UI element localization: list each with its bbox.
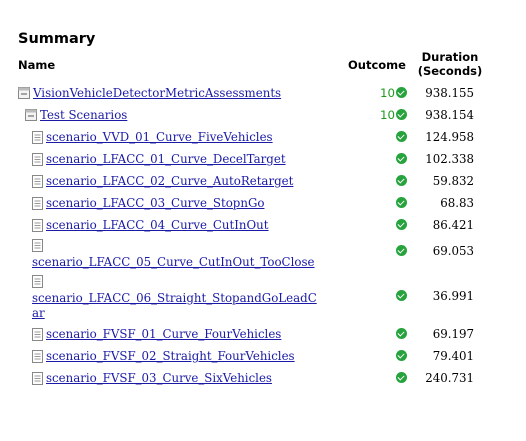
scenario-name-cell: scenario_LFACC_04_Curve_CutInOut — [32, 218, 269, 235]
pass-check-icon — [396, 219, 407, 230]
table-row: scenario_LFACC_06_Straight_StopandGoLead… — [0, 274, 526, 320]
table-row: VisionVehicleDetectorMetricAssessments 1… — [0, 86, 526, 106]
duration-cell: 938.154 — [425, 108, 474, 122]
document-icon — [32, 239, 43, 255]
scenario-link[interactable]: scenario_FVSF_01_Curve_FourVehicles — [46, 327, 281, 341]
table-row: scenario_LFACC_04_Curve_CutInOut 86.421 — [0, 218, 526, 238]
duration-cell: 86.421 — [432, 218, 474, 232]
duration-cell: 124.958 — [425, 130, 474, 144]
scenario-name-cell: scenario_LFACC_02_Curve_AutoRetarget — [32, 174, 293, 191]
outcome-cell — [375, 289, 407, 303]
scenario-name-cell: scenario_LFACC_06_Straight_StopandGoLead… — [32, 274, 322, 321]
document-icon — [32, 131, 43, 147]
table-row: Test Scenarios 10 938.154 — [0, 108, 526, 128]
pass-check-icon — [396, 328, 407, 339]
duration-cell: 69.053 — [432, 244, 474, 258]
document-icon — [32, 328, 43, 344]
outcome-cell — [375, 174, 407, 188]
outcome-cell: 10 — [375, 108, 407, 122]
document-icon — [32, 219, 43, 235]
duration-cell: 938.155 — [425, 86, 474, 100]
document-icon — [32, 153, 43, 169]
scenario-name-cell: scenario_VVD_01_Curve_FiveVehicles — [32, 130, 273, 147]
pass-check-icon — [396, 131, 407, 142]
pass-check-icon — [396, 290, 407, 301]
pass-check-icon — [396, 175, 407, 186]
table-row: scenario_LFACC_03_Curve_StopnGo 68.83 — [0, 196, 526, 216]
scenario-name-cell: scenario_FVSF_01_Curve_FourVehicles — [32, 327, 281, 344]
scenario-link[interactable]: scenario_LFACC_05_Curve_CutInOut_TooClos… — [32, 255, 322, 270]
scenario-name-cell: scenario_FVSF_03_Curve_SixVehicles — [32, 371, 272, 388]
document-icon — [32, 197, 43, 213]
document-icon — [32, 350, 43, 366]
scenario-name-cell: scenario_LFACC_05_Curve_CutInOut_TooClos… — [32, 238, 322, 270]
outcome-cell — [375, 244, 407, 258]
table-row: scenario_LFACC_05_Curve_CutInOut_TooClos… — [0, 238, 526, 270]
outcome-cell — [375, 218, 407, 232]
scenario-link[interactable]: scenario_LFACC_01_Curve_DecelTarget — [46, 152, 286, 166]
outcome-cell — [375, 152, 407, 166]
duration-cell: 69.197 — [432, 327, 474, 341]
table-row: scenario_FVSF_01_Curve_FourVehicles 69.1… — [0, 327, 526, 347]
duration-cell: 79.401 — [432, 349, 474, 363]
suite-link[interactable]: Test Scenarios — [40, 108, 127, 122]
pass-count: 10 — [379, 86, 395, 100]
scenario-link[interactable]: scenario_LFACC_02_Curve_AutoRetarget — [46, 174, 293, 188]
outcome-cell — [375, 130, 407, 144]
suite-name-cell: Test Scenarios — [25, 108, 127, 124]
outcome-cell — [375, 327, 407, 341]
suite-name-cell: VisionVehicleDetectorMetricAssessments — [18, 86, 281, 102]
pass-check-icon — [396, 197, 407, 208]
table-row: scenario_FVSF_02_Straight_FourVehicles 7… — [0, 349, 526, 369]
outcome-column-header: Outcome — [348, 58, 406, 72]
scenario-link[interactable]: scenario_LFACC_04_Curve_CutInOut — [46, 218, 269, 232]
pass-count: 10 — [379, 108, 395, 122]
pass-check-icon — [396, 350, 407, 361]
duration-header-line2: (Seconds) — [417, 64, 483, 78]
scenario-link[interactable]: scenario_FVSF_03_Curve_SixVehicles — [46, 371, 272, 385]
scenario-name-cell: scenario_LFACC_01_Curve_DecelTarget — [32, 152, 286, 169]
outcome-cell: 10 — [375, 86, 407, 100]
scenario-link-line1[interactable]: scenario_LFACC_06_Straight_StopandGoLead… — [32, 291, 322, 306]
suite-link[interactable]: VisionVehicleDetectorMetricAssessments — [33, 86, 281, 100]
duration-column-header: Duration (Seconds) — [417, 50, 483, 78]
duration-cell: 59.832 — [432, 174, 474, 188]
document-icon — [32, 372, 43, 388]
collapse-folder-icon[interactable] — [25, 109, 37, 124]
outcome-cell — [375, 371, 407, 385]
pass-check-icon — [396, 109, 407, 120]
scenario-link-line2[interactable]: ar — [32, 306, 322, 321]
table-row: scenario_VVD_01_Curve_FiveVehicles 124.9… — [0, 130, 526, 150]
duration-cell: 240.731 — [425, 371, 474, 385]
duration-cell: 36.991 — [432, 289, 474, 303]
document-icon — [32, 275, 43, 291]
table-row: scenario_LFACC_01_Curve_DecelTarget 102.… — [0, 152, 526, 172]
scenario-link[interactable]: scenario_LFACC_03_Curve_StopnGo — [46, 196, 264, 210]
duration-cell: 102.338 — [425, 152, 474, 166]
scenario-link[interactable]: scenario_FVSF_02_Straight_FourVehicles — [46, 349, 295, 363]
scenario-name-cell: scenario_FVSF_02_Straight_FourVehicles — [32, 349, 295, 366]
page-title: Summary — [18, 31, 96, 47]
table-row: scenario_FVSF_03_Curve_SixVehicles 240.7… — [0, 371, 526, 391]
outcome-cell — [375, 196, 407, 210]
pass-check-icon — [396, 372, 407, 383]
duration-cell: 68.83 — [440, 196, 474, 210]
table-row: scenario_LFACC_02_Curve_AutoRetarget 59.… — [0, 174, 526, 194]
pass-check-icon — [396, 87, 407, 98]
name-column-header: Name — [18, 58, 56, 72]
pass-check-icon — [396, 245, 407, 256]
pass-check-icon — [396, 153, 407, 164]
document-icon — [32, 175, 43, 191]
scenario-name-cell: scenario_LFACC_03_Curve_StopnGo — [32, 196, 264, 213]
scenario-link[interactable]: scenario_VVD_01_Curve_FiveVehicles — [46, 130, 273, 144]
outcome-cell — [375, 349, 407, 363]
collapse-folder-icon[interactable] — [18, 87, 30, 102]
duration-header-line1: Duration — [421, 50, 479, 64]
